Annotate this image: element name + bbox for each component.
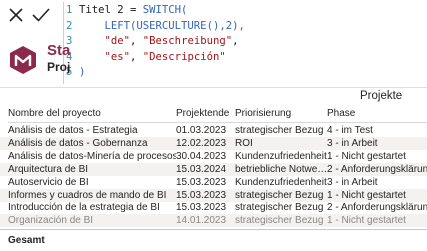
- table-cell: 15.03.2023: [176, 176, 227, 188]
- code-token: "de": [104, 35, 131, 47]
- logo-icon: [10, 46, 36, 74]
- code-line: 2 LEFT(USERCULTURE(),2),: [66, 19, 245, 35]
- table-cell: ROI: [235, 137, 253, 149]
- code-line: 5): [66, 65, 245, 81]
- table-cell: 12.02.2023: [176, 137, 227, 149]
- table-cell: 1 - Nicht gestartet: [327, 150, 406, 162]
- code-token: ,: [130, 50, 143, 63]
- header-divider: [8, 122, 427, 123]
- table-cell: Autoservicio de BI: [8, 176, 89, 188]
- table-title: Projekte: [360, 90, 403, 102]
- table-row[interactable]: Análisis de datos - Gobernanza 12.02.2023…: [0, 136, 427, 150]
- table-cell: Introducción de la estrategia de BI: [8, 202, 160, 214]
- code-token: ,: [232, 35, 239, 47]
- code-line: 4 "es", "Descripción": [66, 50, 245, 66]
- table-cell: 15.03.2023: [176, 189, 227, 201]
- table-cell: Análisis de datos - Gobernanza: [8, 137, 148, 149]
- table-row[interactable]: Autoservicio de BI 15.03.2023 Kundenzufrie…: [0, 176, 427, 189]
- table-cell: strategischer Bezug: [235, 125, 324, 136]
- code-token: SWITCH(: [142, 4, 188, 16]
- checkmark-icon[interactable]: [30, 4, 52, 26]
- column-header-priority[interactable]: Priorisierung: [235, 108, 291, 119]
- table-cell: Informes y cuadros de mando de BI: [8, 189, 167, 201]
- code-line: 1 Titel 2 = SWITCH(: [66, 3, 245, 19]
- code-token: "Beschreibung": [142, 35, 233, 47]
- table-cell: 4 - im Test: [327, 125, 373, 136]
- table-cell: 14.01.2023: [176, 215, 227, 227]
- table-cell: strategischer Bezug: [235, 215, 324, 227]
- table-cell: Kundenzufriedenheit: [235, 150, 327, 162]
- table-row[interactable]: Organización de BI 14.01.2023 strategische…: [0, 214, 427, 228]
- line-number: 1: [66, 4, 73, 16]
- table-cell: 3 - in Arbeit: [327, 137, 378, 149]
- table-row[interactable]: Análisis de datos - Estrategia 01.03.2023…: [0, 124, 427, 137]
- logo-subtitle: Proj: [47, 60, 71, 74]
- table-cell: Organización de BI: [8, 215, 94, 227]
- total-label: Gesamt: [8, 235, 45, 246]
- column-header-phase[interactable]: Phase: [327, 108, 355, 119]
- table-cell: 1 - Nicht gestartet: [327, 189, 406, 201]
- table-cell: Arquitectura de BI: [8, 163, 89, 175]
- table-cell: Kundenzufriedenheit: [235, 176, 327, 188]
- table-cell: strategischer Bezug: [235, 202, 324, 214]
- table-cell: Análisis de datos - Estrategia: [8, 125, 138, 136]
- code-token: "Descripción": [142, 50, 226, 63]
- table-cell: 2 - Anforderungsklärung: [327, 202, 427, 214]
- table-row[interactable]: Arquitectura de BI 15.03.2024 betriebliche…: [0, 162, 427, 176]
- line-number: 2: [66, 19, 73, 32]
- table-cell: 15.03.2023: [176, 202, 227, 214]
- code-token: Titel 2 =: [79, 4, 143, 16]
- code-token: LEFT(USERCULTURE(),2),: [104, 19, 245, 32]
- column-header-end-date[interactable]: Projektende: [176, 108, 229, 119]
- table-cell: Análisis de datos-Minería de procesos: [8, 150, 176, 162]
- table-cell: 15.03.2024: [176, 163, 227, 175]
- close-icon[interactable]: [5, 4, 27, 26]
- table-row[interactable]: Informes y cuadros de mando de BI 15.03.2…: [0, 188, 427, 202]
- table-cell: 30.04.2023: [176, 150, 227, 162]
- table-cell: 1 - Nicht gestartet: [327, 215, 406, 227]
- logo-title: Sta: [47, 42, 71, 59]
- total-row: Gesamt: [0, 229, 427, 251]
- table-cell: 2 - Anforderungsklärung: [327, 163, 427, 175]
- table-cell: 3 - in Arbeit: [327, 176, 378, 188]
- column-header-name[interactable]: Nombre del proyecto: [8, 108, 101, 119]
- code-token: ): [79, 66, 86, 78]
- table-row[interactable]: Introducción de la estrategia de BI 15.03…: [0, 201, 427, 214]
- table-cell: 01.03.2023: [176, 125, 227, 136]
- code-line: 3 "de", "Beschreibung",: [66, 34, 245, 50]
- code-token: ,: [130, 35, 143, 47]
- table-row[interactable]: Análisis de datos-Minería de procesos 30.…: [0, 150, 427, 163]
- code-token: "es": [104, 50, 131, 63]
- table-cell: betriebliche Notwe…: [235, 163, 327, 175]
- dax-formula-editor[interactable]: 1 Titel 2 = SWITCH( 2 LEFT(USERCULTURE(),2…: [66, 3, 245, 81]
- report-logo: Sta Proj: [0, 36, 70, 92]
- table-cell: strategischer Bezug: [235, 189, 324, 201]
